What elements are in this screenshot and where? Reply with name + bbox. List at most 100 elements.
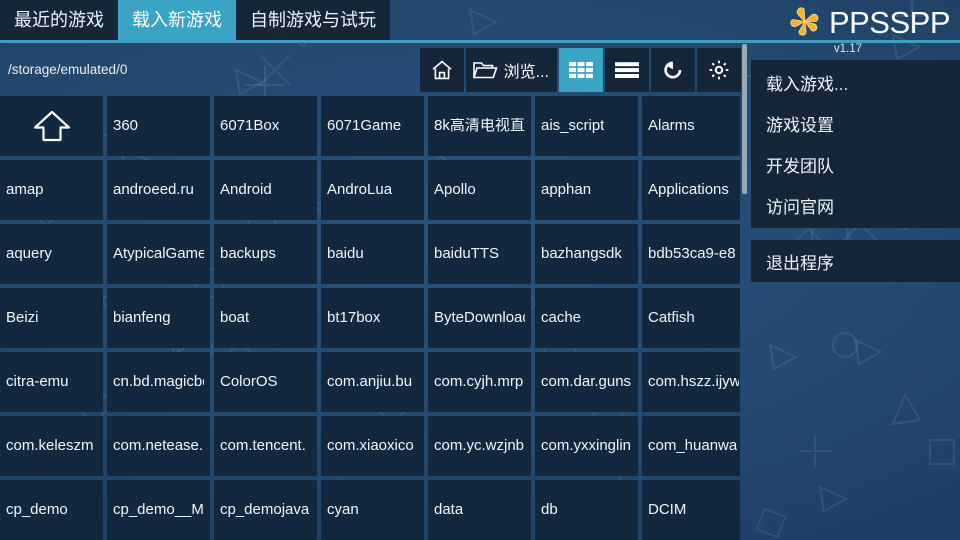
file-grid-cell[interactable]: cyan <box>321 480 424 540</box>
list-view-button[interactable] <box>605 47 649 92</box>
file-name-label: apphan <box>541 181 592 198</box>
tab-load-new-game[interactable]: 载入新游戏 <box>118 0 236 40</box>
refresh-icon <box>661 58 685 82</box>
file-grid-cell[interactable]: com.dar.guns <box>535 352 638 412</box>
file-grid-cell[interactable]: cache <box>535 288 638 348</box>
file-grid-cell[interactable]: 6071Box <box>214 96 317 156</box>
file-grid-cell[interactable]: com.tencent. <box>214 416 317 476</box>
file-grid-cell[interactable]: bt17box <box>321 288 424 348</box>
file-grid-cell[interactable]: Catfish <box>642 288 740 348</box>
menu-credits[interactable]: 开发团队 <box>751 144 960 185</box>
parent-directory-cell[interactable] <box>0 96 103 156</box>
file-grid-cell[interactable]: citra-emu <box>0 352 103 412</box>
file-grid-cell[interactable]: db <box>535 480 638 540</box>
current-path-label: /storage/emulated/0 <box>8 62 128 77</box>
file-grid-cell[interactable]: DCIM <box>642 480 740 540</box>
file-grid-cell[interactable]: backups <box>214 224 317 284</box>
file-grid-cell[interactable]: com_huanwa <box>642 416 740 476</box>
file-grid-cell[interactable]: cp_demo__M <box>107 480 210 540</box>
refresh-button[interactable] <box>651 47 695 92</box>
vertical-scrollbar[interactable] <box>742 44 747 540</box>
file-name-label: com.yxxinglin <box>541 437 632 454</box>
file-grid-cell[interactable]: androeed.ru <box>107 160 210 220</box>
grid-view-button[interactable] <box>559 47 603 92</box>
file-grid-cell[interactable]: 6071Game <box>321 96 424 156</box>
file-grid-cell[interactable]: com.xiaoxico <box>321 416 424 476</box>
file-name-label: com.dar.guns <box>541 373 632 390</box>
file-grid-cell[interactable]: ColorOS <box>214 352 317 412</box>
path-toolbar-row: /storage/emulated/0 浏览... <box>0 43 745 96</box>
main-menu-group: 载入游戏... 游戏设置 开发团队 访问官网 <box>751 60 960 228</box>
file-name-label: 360 <box>113 117 139 134</box>
file-name-label: ByteDownload <box>434 309 525 326</box>
file-grid-cell[interactable]: cp_demojava <box>214 480 317 540</box>
file-name-label: AtypicalGame <box>113 245 204 262</box>
app-title: PPSSPP <box>828 4 951 40</box>
file-name-label: com.cyjh.mrp <box>434 373 524 390</box>
file-grid-cell[interactable]: bianfeng <box>107 288 210 348</box>
file-grid-cell[interactable]: ByteDownload <box>428 288 531 348</box>
file-name-label: com.anjiu.bu <box>327 373 413 390</box>
app-version: v1.17 <box>833 43 862 55</box>
file-grid-cell[interactable]: amap <box>0 160 103 220</box>
file-grid-cell[interactable]: AtypicalGame <box>107 224 210 284</box>
file-grid-cell[interactable]: baiduTTS <box>428 224 531 284</box>
file-grid-cell[interactable]: apphan <box>535 160 638 220</box>
file-name-label: backups <box>220 245 276 262</box>
file-name-label: com.hszz.ijyw <box>648 373 739 390</box>
file-grid-cell[interactable]: com.yc.wzjnb <box>428 416 531 476</box>
app-logo-area: PPSSPP v1.17 <box>740 2 951 55</box>
menu-exit-app[interactable]: 退出程序 <box>751 240 960 282</box>
exit-menu-group: 退出程序 <box>751 240 960 282</box>
file-grid-cell[interactable]: bdb53ca9-e8 <box>642 224 740 284</box>
file-name-label: Applications <box>648 181 729 198</box>
menu-website[interactable]: 访问官网 <box>751 185 960 226</box>
file-grid-cell[interactable]: cp_demo <box>0 480 103 540</box>
file-grid-cell[interactable]: baidu <box>321 224 424 284</box>
file-grid-cell[interactable]: bazhangsdk <box>535 224 638 284</box>
file-grid-cell[interactable]: 360 <box>107 96 210 156</box>
tab-recent-games[interactable]: 最近的游戏 <box>0 0 118 40</box>
file-grid-cell[interactable]: com.hszz.ijyw <box>642 352 740 412</box>
file-name-label: com_huanwa <box>648 437 738 454</box>
file-name-label: bianfeng <box>113 309 171 326</box>
menu-game-settings[interactable]: 游戏设置 <box>751 103 960 144</box>
file-name-label: baiduTTS <box>434 245 500 262</box>
file-name-label: Apollo <box>434 181 476 198</box>
file-name-label: com.netease. <box>113 437 204 454</box>
file-grid-cell[interactable]: com.anjiu.bu <box>321 352 424 412</box>
file-grid-cell[interactable]: com.yxxinglin <box>535 416 638 476</box>
tab-homebrew-demos[interactable]: 自制游戏与试玩 <box>236 0 390 40</box>
home-icon <box>430 58 454 82</box>
file-grid-cell[interactable]: Apollo <box>428 160 531 220</box>
up-arrow-icon <box>31 109 73 143</box>
file-grid-cell[interactable]: aquery <box>0 224 103 284</box>
gear-icon <box>708 59 730 81</box>
menu-load-game[interactable]: 载入游戏... <box>751 62 960 103</box>
file-grid-cell[interactable]: ais_script <box>535 96 638 156</box>
file-name-label: cache <box>541 309 582 326</box>
file-name-label: com.yc.wzjnb <box>434 437 525 454</box>
file-grid-cell[interactable]: AndroLua <box>321 160 424 220</box>
file-name-label: ais_script <box>541 117 605 134</box>
file-grid-cell[interactable]: cn.bd.magicbox <box>107 352 210 412</box>
file-grid-cell[interactable]: Applications <box>642 160 740 220</box>
list-icon <box>614 60 640 80</box>
file-name-label: aquery <box>6 245 52 262</box>
file-grid-cell[interactable]: data <box>428 480 531 540</box>
browse-button[interactable]: 浏览... <box>465 47 557 92</box>
home-button[interactable] <box>419 47 464 92</box>
settings-button[interactable] <box>697 47 741 92</box>
file-grid-cell[interactable]: Alarms <box>642 96 740 156</box>
file-grid-cell[interactable]: Beizi <box>0 288 103 348</box>
file-name-label: 8k高清电视直播 <box>434 117 525 134</box>
file-grid-cell[interactable]: 8k高清电视直播 <box>428 96 531 156</box>
file-grid-cell[interactable]: com.cyjh.mrp <box>428 352 531 412</box>
file-grid-cell[interactable]: com.keleszm <box>0 416 103 476</box>
file-browser-grid[interactable]: 360 6071Box 6071Game 8k高清电视直播 ais_script Alar… <box>0 96 740 540</box>
file-grid-cell[interactable]: Android <box>214 160 317 220</box>
main-menu: 载入游戏... 游戏设置 开发团队 访问官网 退出程序 <box>751 60 960 282</box>
file-grid-cell[interactable]: com.netease. <box>107 416 210 476</box>
file-grid-cell[interactable]: boat <box>214 288 317 348</box>
file-name-label: com.tencent. <box>220 437 306 454</box>
